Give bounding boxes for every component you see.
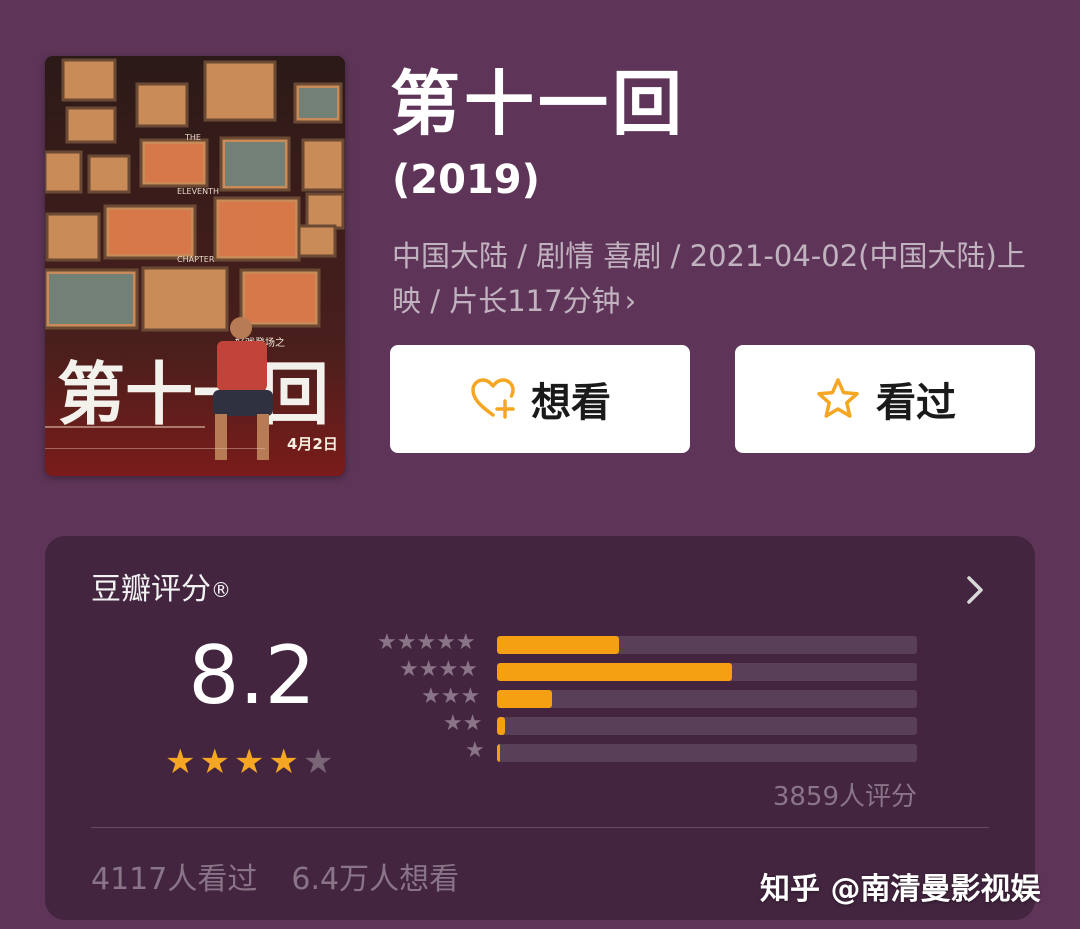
watched-label: 看过 [876, 380, 956, 426]
rating-bar-fill [497, 744, 500, 762]
chevron-right-icon[interactable] [961, 570, 989, 610]
poster-title: 第十一回 [57, 356, 329, 435]
star-outline-icon [817, 378, 859, 418]
star-empty-icon: ★ [302, 742, 334, 782]
divider [91, 827, 989, 828]
poster-side-text-2: ELEVENTH [177, 187, 219, 196]
poster-side-text-3: CHAPTER [177, 255, 215, 264]
poster-image: 第十一回 THE ELEVENTH CHAPTER 好戏登场之 4月2日 [45, 56, 345, 476]
poster-side-text-1: THE [184, 133, 201, 142]
poster-release-date: 4月2日 [287, 435, 338, 453]
rating-header: 豆瓣评分® [91, 570, 231, 610]
rating-stars: ★ ★ ★ ★ ★ [165, 744, 333, 780]
rating-bar-fill [497, 636, 619, 654]
star-filled-icon: ★ [268, 742, 299, 782]
rating-bar-track [497, 690, 917, 708]
rating-bar-fill [497, 690, 552, 708]
heart-plus-icon [471, 378, 515, 419]
rating-bar-fill [497, 663, 733, 681]
want-to-watch-label: 想看 [531, 380, 611, 426]
rating-bar-track [497, 744, 917, 762]
movie-meta[interactable]: 中国大陆 / 剧情 喜剧 / 2021-04-02(中国大陆)上映 / 片长11… [392, 234, 1032, 324]
rating-bar-4-star: ★★★★ [375, 657, 935, 683]
rating-count: 3859人评分 [772, 782, 917, 812]
star-filled-icon: ★ [199, 742, 230, 782]
star-filled-icon: ★ [165, 742, 196, 782]
rating-bar-stars-label: ★★★★ [399, 657, 478, 682]
movie-year: (2019) [392, 157, 540, 203]
movie-title: 第十一回 [390, 63, 686, 145]
rating-bar-stars-label: ★★ [443, 711, 483, 736]
want-count: 6.4万人想看 [291, 862, 460, 897]
movie-detail-page: 第十一回 THE ELEVENTH CHAPTER 好戏登场之 4月2日 第十一… [0, 0, 1080, 929]
movie-poster[interactable]: 第十一回 THE ELEVENTH CHAPTER 好戏登场之 4月2日 [45, 56, 345, 476]
rating-score: 8.2 [188, 629, 316, 722]
rating-card[interactable]: 豆瓣评分® 8.2 ★ ★ ★ ★ ★ ★★★★★ ★★★★ ★★★ ★★ ★ 3859人评分 … [45, 536, 1035, 920]
want-to-watch-button[interactable]: 想看 [390, 345, 690, 453]
chevron-right-icon: › [624, 284, 637, 318]
rating-bar-1-star: ★ [375, 738, 935, 764]
star-filled-icon: ★ [233, 742, 265, 782]
registered-mark: ® [211, 578, 231, 602]
rating-bar-3-star: ★★★ [375, 684, 935, 710]
rating-bar-track [497, 663, 917, 681]
rating-bar-2-star: ★★ [375, 711, 935, 737]
movie-meta-text: 中国大陆 / 剧情 喜剧 / 2021-04-02(中国大陆)上映 / 片长11… [392, 239, 1026, 318]
rating-bar-fill [497, 717, 506, 735]
audience-stats: 4117人看过 6.4万人想看 [91, 854, 459, 898]
rating-bar-5-star: ★★★★★ [375, 630, 935, 656]
rating-bar-track [497, 636, 917, 654]
watched-count: 4117人看过 [91, 862, 258, 897]
watermark: 知乎 @南清曼影视娱 [760, 872, 1041, 907]
rating-bar-track [497, 717, 917, 735]
rating-header-text: 豆瓣评分 [91, 572, 211, 607]
watched-button[interactable]: 看过 [735, 345, 1035, 453]
rating-bar-stars-label: ★★★ [421, 684, 481, 709]
rating-bar-stars-label: ★★★★★ [377, 630, 476, 655]
rating-bar-stars-label: ★ [465, 738, 485, 763]
